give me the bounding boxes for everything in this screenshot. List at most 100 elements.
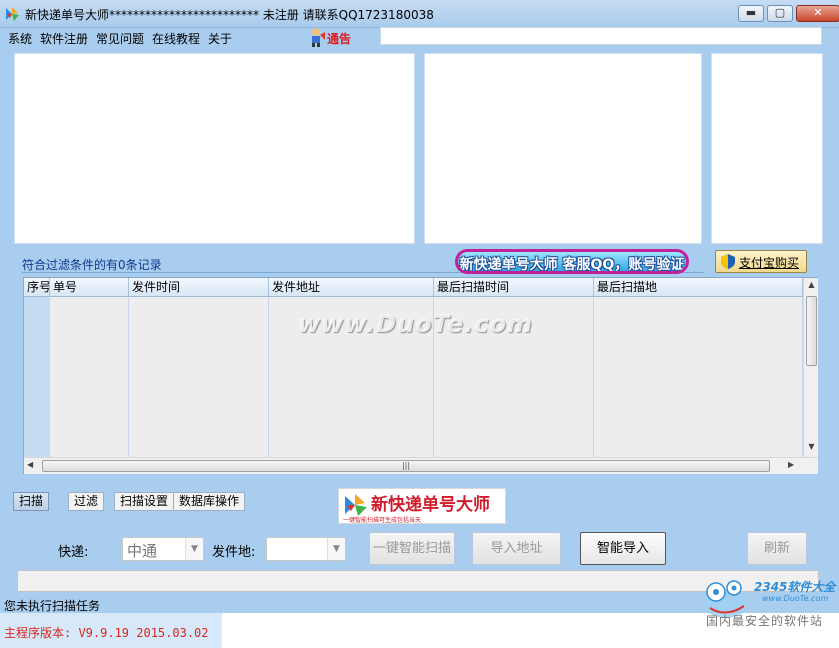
table-header: 序号 单号 发件时间 发件地址 最后扫描时间 最后扫描地 xyxy=(24,278,803,297)
table-cell[interactable] xyxy=(594,417,803,437)
row-header-cell[interactable] xyxy=(24,317,50,337)
table-cell[interactable] xyxy=(269,337,434,357)
table-row[interactable] xyxy=(24,337,803,357)
table-cell[interactable] xyxy=(434,337,594,357)
app-logo-icon xyxy=(6,7,19,21)
courier-select-value: 中通 xyxy=(127,542,158,560)
product-logo: 新快递单号大师 一键智能扫描可生成包括当天 xyxy=(338,488,506,524)
vertical-scroll-thumb[interactable] xyxy=(806,296,817,366)
column-header-index[interactable]: 序号 xyxy=(24,278,50,297)
row-header-cell[interactable] xyxy=(24,437,50,457)
table-cell[interactable] xyxy=(50,417,129,437)
table-cell[interactable] xyxy=(434,397,594,417)
table-row[interactable] xyxy=(24,357,803,377)
table-cell[interactable] xyxy=(129,297,269,317)
scroll-down-icon[interactable]: ▼ xyxy=(804,442,819,456)
table-cell[interactable] xyxy=(129,397,269,417)
menu-item-register[interactable]: 软件注册 xyxy=(40,30,88,47)
table-row[interactable] xyxy=(24,377,803,397)
table-cell[interactable] xyxy=(269,377,434,397)
table-cell[interactable] xyxy=(50,317,129,337)
table-cell[interactable] xyxy=(594,357,803,377)
row-header-cell[interactable] xyxy=(24,397,50,417)
menu-item-about[interactable]: 关于 xyxy=(208,30,232,47)
table-cell[interactable] xyxy=(434,377,594,397)
minimize-button[interactable]: ▬ xyxy=(738,5,764,22)
table-cell[interactable] xyxy=(434,417,594,437)
table-cell[interactable] xyxy=(50,437,129,457)
table-cell[interactable] xyxy=(129,437,269,457)
table-cell[interactable] xyxy=(594,317,803,337)
table-cell[interactable] xyxy=(129,357,269,377)
table-cell[interactable] xyxy=(269,417,434,437)
origin-label: 发件地: xyxy=(212,545,256,560)
table-cell[interactable] xyxy=(594,297,803,317)
origin-select[interactable]: ▼ xyxy=(266,537,346,561)
watermark-text: www.DuoTe.com xyxy=(298,310,533,338)
column-header-send-time[interactable]: 发件时间 xyxy=(129,278,269,297)
table-cell[interactable] xyxy=(129,317,269,337)
scroll-right-icon[interactable]: ▶ xyxy=(788,460,794,469)
table-cell[interactable] xyxy=(129,417,269,437)
tracking-table[interactable]: 序号 单号 发件时间 发件地址 最后扫描时间 最后扫描地 ▲ ▼ ◀ ||| ▶ xyxy=(23,277,818,474)
tab-database-operations[interactable]: 数据库操作 xyxy=(173,492,246,511)
menu-item-faq[interactable]: 常见问题 xyxy=(96,30,144,47)
column-header-last-scan-location[interactable]: 最后扫描地 xyxy=(594,278,803,297)
table-cell[interactable] xyxy=(50,357,129,377)
vertical-scrollbar[interactable]: ▲ ▼ xyxy=(803,278,818,457)
table-cell[interactable] xyxy=(269,437,434,457)
tab-scan-settings[interactable]: 扫描设置 xyxy=(114,492,175,511)
row-header-cell[interactable] xyxy=(24,337,50,357)
scan-progress-bar xyxy=(17,570,819,592)
table-cell[interactable] xyxy=(129,377,269,397)
table-row[interactable] xyxy=(24,397,803,417)
table-cell[interactable] xyxy=(50,377,129,397)
table-cell[interactable] xyxy=(50,397,129,417)
menu-item-tutorial[interactable]: 在线教程 xyxy=(152,30,200,47)
alipay-buy-button[interactable]: 支付宝购买 xyxy=(715,250,807,273)
one-click-scan-button[interactable]: 一键智能扫描 xyxy=(369,532,455,565)
maximize-button[interactable]: ▢ xyxy=(767,5,793,22)
row-header-cell[interactable] xyxy=(24,357,50,377)
product-logo-title: 新快递单号大师 xyxy=(371,495,490,515)
table-cell[interactable] xyxy=(50,297,129,317)
table-cell[interactable] xyxy=(269,357,434,377)
tab-filter[interactable]: 过滤 xyxy=(68,492,105,511)
row-header-cell[interactable] xyxy=(24,297,50,317)
column-header-send-address[interactable]: 发件地址 xyxy=(269,278,434,297)
table-cell[interactable] xyxy=(50,337,129,357)
row-header-cell[interactable] xyxy=(24,417,50,437)
table-row[interactable] xyxy=(24,437,803,457)
refresh-button[interactable]: 刷新 xyxy=(747,532,807,565)
chevron-down-icon[interactable]: ▼ xyxy=(327,538,345,560)
horizontal-scrollbar[interactable]: ◀ ||| ▶ xyxy=(24,457,818,474)
smart-import-button[interactable]: 智能导入 xyxy=(580,532,666,565)
import-address-button[interactable]: 导入地址 xyxy=(472,532,561,565)
table-cell[interactable] xyxy=(129,337,269,357)
courier-select[interactable]: 中通 ▼ xyxy=(122,537,204,561)
column-header-tracking-number[interactable]: 单号 xyxy=(50,278,129,297)
table-cell[interactable] xyxy=(594,337,803,357)
scroll-left-icon[interactable]: ◀ xyxy=(27,460,33,469)
table-cell[interactable] xyxy=(434,357,594,377)
courier-label: 快递: xyxy=(58,545,89,560)
column-header-last-scan-time[interactable]: 最后扫描时间 xyxy=(434,278,594,297)
table-cell[interactable] xyxy=(594,437,803,457)
table-cell[interactable] xyxy=(434,437,594,457)
table-row[interactable] xyxy=(24,417,803,437)
table-cell[interactable] xyxy=(269,397,434,417)
alipay-buy-label: 支付宝购买 xyxy=(739,256,800,270)
service-banner[interactable]: 新快递单号大师 客服QQ，账号验证 xyxy=(455,249,689,274)
preview-panel-right xyxy=(711,53,823,244)
horizontal-scroll-thumb[interactable]: ||| xyxy=(42,460,770,472)
close-button[interactable]: ✕ xyxy=(796,5,839,22)
chevron-down-icon[interactable]: ▼ xyxy=(185,538,203,560)
table-cell[interactable] xyxy=(594,397,803,417)
menu-item-system[interactable]: 系统 xyxy=(8,30,32,47)
tab-scan[interactable]: 扫描 xyxy=(13,492,50,511)
status-message: 您未执行扫描任务 xyxy=(4,599,101,613)
preview-panel-middle xyxy=(424,53,702,244)
scroll-up-icon[interactable]: ▲ xyxy=(804,280,819,294)
row-header-cell[interactable] xyxy=(24,377,50,397)
table-cell[interactable] xyxy=(594,377,803,397)
